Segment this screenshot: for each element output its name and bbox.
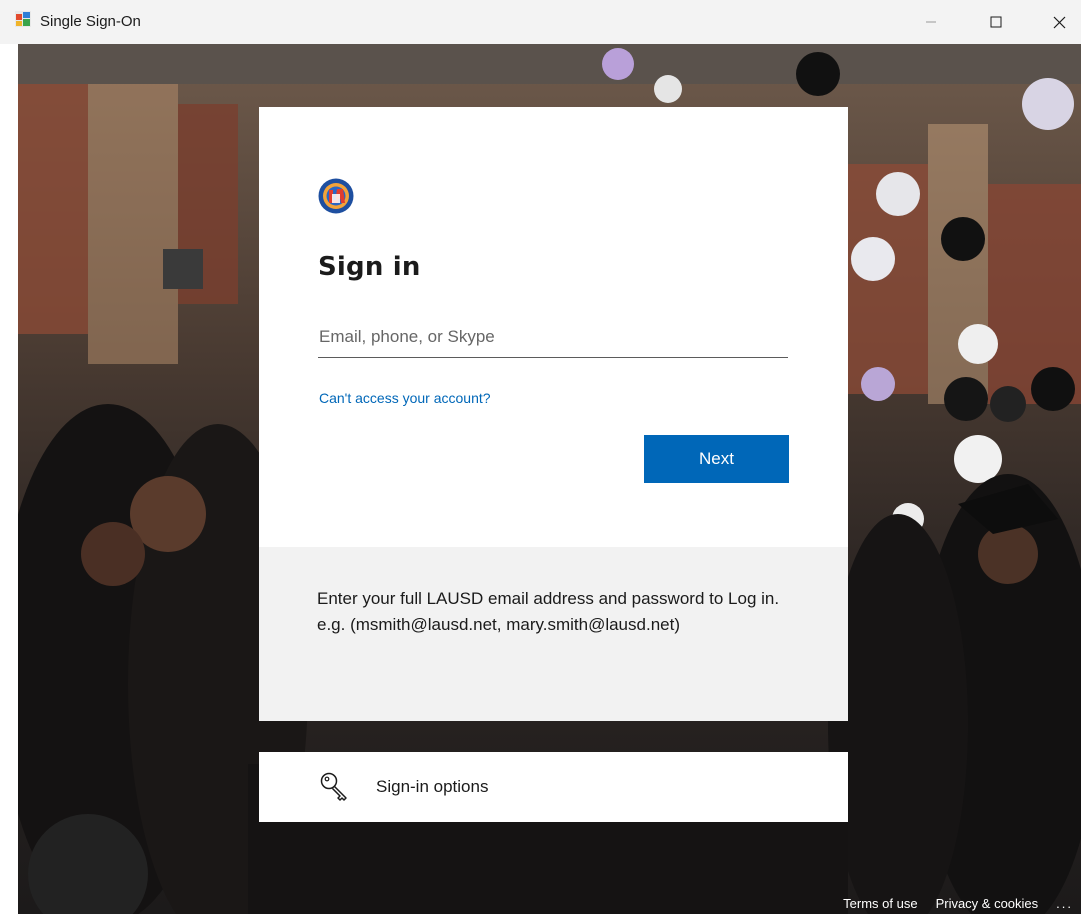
more-options-button[interactable]: ... <box>1056 896 1073 911</box>
close-icon <box>1053 16 1065 28</box>
privacy-cookies-link[interactable]: Privacy & cookies <box>936 896 1039 911</box>
minimize-icon <box>926 21 936 23</box>
app-icon <box>15 11 31 27</box>
window-border <box>0 44 18 914</box>
signin-form-panel: Sign in Can't access your account? Next <box>259 107 848 547</box>
lausd-logo <box>318 178 354 214</box>
help-panel: Enter your full LAUSD email address and … <box>259 547 848 721</box>
terms-of-use-link[interactable]: Terms of use <box>843 896 917 911</box>
footer: Terms of use Privacy & cookies ... <box>843 892 1073 914</box>
key-icon <box>320 772 347 801</box>
help-text: Enter your full LAUSD email address and … <box>317 589 780 634</box>
window-title: Single Sign-On <box>40 13 141 30</box>
minimize-button[interactable] <box>909 0 953 44</box>
email-input[interactable] <box>318 317 788 358</box>
cant-access-account-link[interactable]: Can't access your account? <box>319 390 491 406</box>
signin-options-button[interactable]: Sign-in options <box>259 752 848 822</box>
signin-card: Sign in Can't access your account? Next … <box>259 107 848 721</box>
signin-options-label: Sign-in options <box>376 777 489 796</box>
title-bar: Single Sign-On <box>0 0 1081 44</box>
maximize-icon <box>990 16 1002 28</box>
close-button[interactable] <box>1037 0 1081 44</box>
next-button[interactable]: Next <box>644 435 789 483</box>
signin-heading: Sign in <box>318 252 421 282</box>
maximize-button[interactable] <box>974 0 1018 44</box>
